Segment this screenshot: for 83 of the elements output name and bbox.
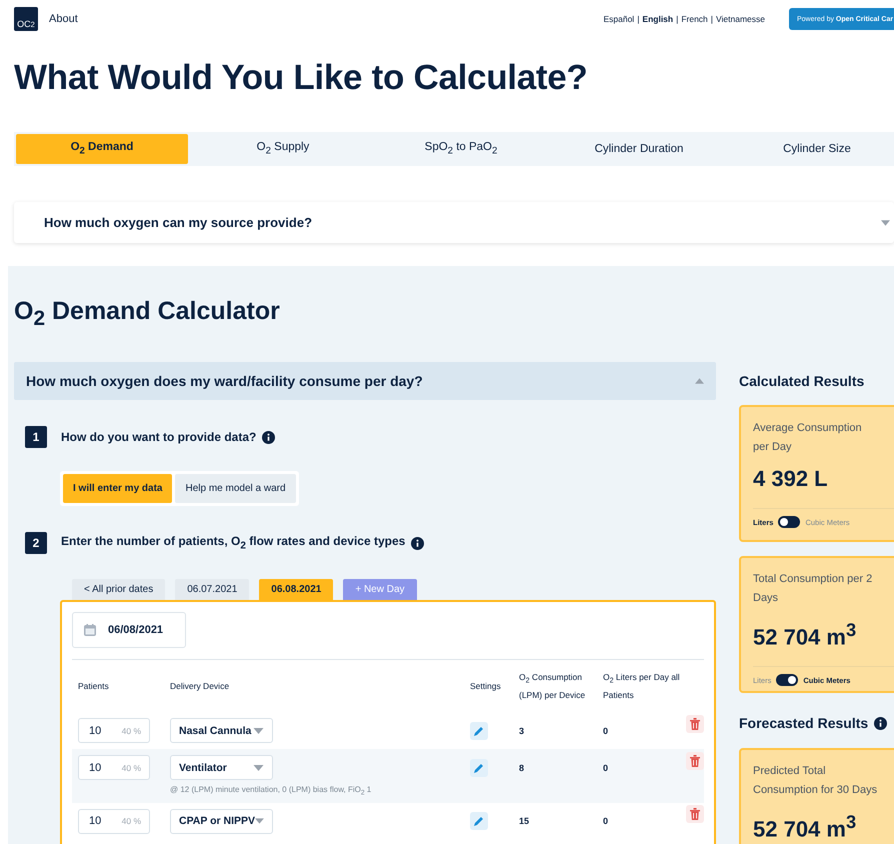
separator: | bbox=[676, 14, 678, 24]
unit-toggle[interactable] bbox=[778, 516, 800, 528]
language-link[interactable]: Vietnamesse bbox=[716, 14, 765, 24]
step-number: 2 bbox=[25, 532, 47, 554]
column-header: Settings bbox=[470, 680, 502, 693]
calculator-tab[interactable]: O$_{2}$ Demand bbox=[16, 134, 188, 164]
column-header: Delivery Device bbox=[170, 680, 230, 693]
calculator-title: O$_{2}$ Demand Calculator bbox=[14, 296, 281, 332]
date-value: 06/08/2021 bbox=[108, 624, 164, 636]
separator: | bbox=[637, 14, 640, 24]
delete-button[interactable] bbox=[686, 714, 704, 732]
accordion-title: How much oxygen does my ward/facility consume per day? bbox=[26, 373, 424, 389]
result-label: Average Consumption per Day bbox=[753, 421, 863, 455]
device-settings-note: @ 12 (LPM) minute ventilation, 0 (LPM) bias flow, FiO$_{2}$ 1 bbox=[170, 785, 372, 797]
delete-button[interactable] bbox=[686, 805, 704, 824]
pencil-icon bbox=[473, 762, 485, 774]
patients-value: 10 bbox=[89, 762, 102, 774]
date-field[interactable]: 06/08/2021 bbox=[72, 612, 186, 648]
device-dropdown[interactable]: Nasal Cannula bbox=[170, 718, 273, 743]
table-cell-text: 3 bbox=[519, 724, 526, 738]
table-cell-text: 0 bbox=[603, 762, 610, 774]
unit-toggle[interactable] bbox=[776, 674, 798, 686]
table-cell-text: 15 bbox=[519, 815, 530, 828]
device-dropdown[interactable]: Ventilator bbox=[170, 755, 273, 780]
percent-label: 40 % bbox=[122, 816, 141, 826]
patients-field[interactable]: 10 40 % bbox=[78, 718, 150, 743]
accordion-header[interactable]: How much oxygen does my ward/facility consume per day? bbox=[14, 362, 716, 400]
separator: | bbox=[710, 14, 714, 24]
result-label: Predicted Total Consumption for 30 Days bbox=[753, 764, 878, 798]
pencil-icon bbox=[473, 724, 485, 736]
patients-value: 10 bbox=[89, 724, 102, 736]
step-number: 1 bbox=[25, 426, 47, 448]
section-heading: Calculated Results bbox=[739, 372, 866, 391]
table-cell-text: 0 bbox=[603, 724, 610, 738]
info-icon bbox=[411, 536, 424, 550]
patients-field[interactable]: 10 40 % bbox=[78, 755, 150, 780]
accordion-title: How much oxygen can my source provide? bbox=[44, 215, 314, 230]
pencil-icon bbox=[473, 815, 485, 828]
caret-icon bbox=[253, 728, 264, 734]
patients-field[interactable]: 10 40 % bbox=[78, 808, 150, 834]
info-icon bbox=[262, 430, 276, 444]
section-heading: Forecasted Results bbox=[739, 714, 868, 733]
edit-button[interactable] bbox=[470, 722, 488, 740]
info-icon bbox=[874, 716, 888, 730]
date-tab[interactable]: 06.08.2021 bbox=[259, 579, 334, 600]
about-link[interactable]: About bbox=[49, 13, 78, 25]
language-link[interactable]: French bbox=[681, 14, 708, 24]
edit-button[interactable] bbox=[470, 812, 488, 830]
calculator-tab[interactable]: Cylinder Duration bbox=[550, 134, 728, 164]
caret-icon bbox=[255, 818, 264, 824]
step-question: Enter the number of patients, O$_{2}$ flow rates and device types bbox=[61, 534, 406, 552]
percent-label: 40 % bbox=[122, 762, 141, 772]
result-value: 4 392 L bbox=[753, 465, 829, 493]
edit-button[interactable] bbox=[470, 758, 488, 776]
delete-button[interactable] bbox=[686, 752, 704, 770]
calculator-tab[interactable]: O$_{2}$ Supply bbox=[194, 134, 372, 164]
device-dropdown[interactable]: CPAP or NIPPV bbox=[170, 808, 273, 834]
result-label: Total Consumption per 2 Days bbox=[753, 572, 874, 606]
accordion-header[interactable]: How much oxygen can my source provide? bbox=[14, 202, 894, 243]
column-header: Patients bbox=[78, 680, 110, 693]
mode-button[interactable]: Help me model a ward bbox=[175, 474, 296, 503]
table-cell-text: 8 bbox=[519, 762, 526, 774]
result-value: 52 704 m$^{3}$ bbox=[753, 618, 858, 652]
date-tab[interactable]: 06.07.2021 bbox=[175, 579, 250, 600]
result-value: 52 704 m$^{3}$ bbox=[753, 810, 858, 844]
percent-label: 40 % bbox=[122, 726, 141, 736]
back-tab[interactable]: < All prior dates bbox=[72, 579, 166, 600]
column-header: O$_{2}$ Consumption (LPM) per Device bbox=[519, 671, 586, 702]
column-header: O$_{2}$ Liters per Day all Patients bbox=[603, 671, 681, 702]
trash-icon bbox=[690, 808, 700, 820]
trash-icon bbox=[690, 754, 700, 766]
calendar-icon bbox=[84, 624, 96, 636]
trash-icon bbox=[690, 718, 700, 730]
calculator-tab[interactable]: Cylinder Size bbox=[728, 134, 894, 164]
table-cell-text: 0 bbox=[603, 815, 610, 828]
caret-icon bbox=[253, 764, 264, 770]
page-title: What Would You Like to Calculate? bbox=[14, 57, 588, 99]
step-question: How do you want to provide data? bbox=[61, 430, 256, 444]
language-link[interactable]: English bbox=[642, 14, 674, 24]
mode-button[interactable]: I will enter my data bbox=[63, 474, 172, 503]
calculator-tab[interactable]: SpO$_{2}$ to PaO$_{2}$ bbox=[372, 134, 550, 164]
language-link[interactable]: Español bbox=[603, 14, 634, 24]
patients-value: 10 bbox=[89, 815, 102, 828]
